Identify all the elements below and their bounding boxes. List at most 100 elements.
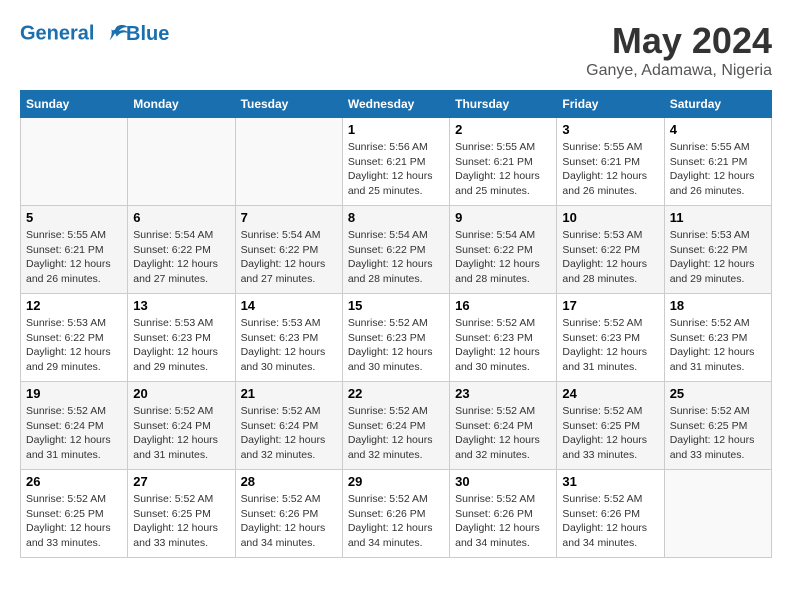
location-subtitle: Ganye, Adamawa, Nigeria	[586, 62, 772, 80]
page-header: General Blue May 2024 Ganye, Adamawa, Ni…	[20, 20, 772, 80]
day-info: Sunrise: 5:54 AMSunset: 6:22 PMDaylight:…	[455, 228, 551, 287]
day-number: 2	[455, 122, 551, 137]
day-number: 22	[348, 386, 444, 401]
day-info: Sunrise: 5:53 AMSunset: 6:22 PMDaylight:…	[670, 228, 766, 287]
day-info: Sunrise: 5:52 AMSunset: 6:25 PMDaylight:…	[26, 492, 122, 551]
calendar-cell: 29 Sunrise: 5:52 AMSunset: 6:26 PMDayligh…	[342, 470, 449, 558]
day-info: Sunrise: 5:52 AMSunset: 6:23 PMDaylight:…	[348, 316, 444, 375]
day-info: Sunrise: 5:55 AMSunset: 6:21 PMDaylight:…	[26, 228, 122, 287]
day-info: Sunrise: 5:52 AMSunset: 6:25 PMDaylight:…	[670, 404, 766, 463]
day-info: Sunrise: 5:52 AMSunset: 6:24 PMDaylight:…	[133, 404, 229, 463]
day-number: 26	[26, 474, 122, 489]
day-info: Sunrise: 5:53 AMSunset: 6:23 PMDaylight:…	[241, 316, 337, 375]
day-number: 5	[26, 210, 122, 225]
calendar-cell: 16 Sunrise: 5:52 AMSunset: 6:23 PMDayligh…	[450, 294, 557, 382]
calendar-cell: 14 Sunrise: 5:53 AMSunset: 6:23 PMDayligh…	[235, 294, 342, 382]
header-tuesday: Tuesday	[235, 91, 342, 118]
calendar-cell: 24 Sunrise: 5:52 AMSunset: 6:25 PMDayligh…	[557, 382, 664, 470]
day-info: Sunrise: 5:52 AMSunset: 6:25 PMDaylight:…	[562, 404, 658, 463]
week-row-4: 19Sunrise: 5:52 AMSunset: 6:24 PMDayligh…	[21, 382, 772, 470]
title-block: May 2024 Ganye, Adamawa, Nigeria	[586, 20, 772, 80]
day-number: 14	[241, 298, 337, 313]
week-row-2: 5 Sunrise: 5:55 AMSunset: 6:21 PMDaylight…	[21, 206, 772, 294]
calendar-cell: 2 Sunrise: 5:55 AMSunset: 6:21 PMDaylight…	[450, 118, 557, 206]
day-number: 8	[348, 210, 444, 225]
calendar-cell: 5 Sunrise: 5:55 AMSunset: 6:21 PMDaylight…	[21, 206, 128, 294]
day-info: Sunrise: 5:52 AMSunset: 6:26 PMDaylight:…	[348, 492, 444, 551]
calendar-table: SundayMondayTuesdayWednesdayThursdayFrid…	[20, 90, 772, 558]
header-thursday: Thursday	[450, 91, 557, 118]
calendar-cell: 8 Sunrise: 5:54 AMSunset: 6:22 PMDaylight…	[342, 206, 449, 294]
calendar-cell: 21Sunrise: 5:52 AMSunset: 6:24 PMDayligh…	[235, 382, 342, 470]
day-info: Sunrise: 5:52 AMSunset: 6:25 PMDaylight:…	[133, 492, 229, 551]
week-row-1: 1 Sunrise: 5:56 AMSunset: 6:21 PMDaylight…	[21, 118, 772, 206]
day-number: 31	[562, 474, 658, 489]
day-number: 18	[670, 298, 766, 313]
day-number: 30	[455, 474, 551, 489]
day-number: 17	[562, 298, 658, 313]
calendar-cell: 9 Sunrise: 5:54 AMSunset: 6:22 PMDaylight…	[450, 206, 557, 294]
calendar-cell: 31 Sunrise: 5:52 AMSunset: 6:26 PMDayligh…	[557, 470, 664, 558]
day-info: Sunrise: 5:55 AMSunset: 6:21 PMDaylight:…	[455, 140, 551, 199]
day-number: 9	[455, 210, 551, 225]
day-number: 21	[241, 386, 337, 401]
day-info: Sunrise: 5:54 AMSunset: 6:22 PMDaylight:…	[241, 228, 337, 287]
week-row-5: 26 Sunrise: 5:52 AMSunset: 6:25 PMDayligh…	[21, 470, 772, 558]
calendar-cell	[664, 470, 771, 558]
month-title: May 2024	[586, 20, 772, 62]
header-sunday: Sunday	[21, 91, 128, 118]
day-info: Sunrise: 5:52 AMSunset: 6:23 PMDaylight:…	[562, 316, 658, 375]
day-number: 13	[133, 298, 229, 313]
calendar-cell: 28 Sunrise: 5:52 AMSunset: 6:26 PMDayligh…	[235, 470, 342, 558]
day-number: 29	[348, 474, 444, 489]
calendar-cell: 11Sunrise: 5:53 AMSunset: 6:22 PMDayligh…	[664, 206, 771, 294]
day-number: 25	[670, 386, 766, 401]
calendar-cell: 23Sunrise: 5:52 AMSunset: 6:24 PMDayligh…	[450, 382, 557, 470]
calendar-cell: 30 Sunrise: 5:52 AMSunset: 6:26 PMDayligh…	[450, 470, 557, 558]
day-number: 12	[26, 298, 122, 313]
day-info: Sunrise: 5:52 AMSunset: 6:24 PMDaylight:…	[26, 404, 122, 463]
day-info: Sunrise: 5:53 AMSunset: 6:23 PMDaylight:…	[133, 316, 229, 375]
header-friday: Friday	[557, 91, 664, 118]
day-number: 28	[241, 474, 337, 489]
day-info: Sunrise: 5:53 AMSunset: 6:22 PMDaylight:…	[562, 228, 658, 287]
day-number: 4	[670, 122, 766, 137]
day-info: Sunrise: 5:55 AMSunset: 6:21 PMDaylight:…	[670, 140, 766, 199]
calendar-cell: 19Sunrise: 5:52 AMSunset: 6:24 PMDayligh…	[21, 382, 128, 470]
day-number: 10	[562, 210, 658, 225]
day-info: Sunrise: 5:52 AMSunset: 6:23 PMDaylight:…	[670, 316, 766, 375]
calendar-cell: 6Sunrise: 5:54 AMSunset: 6:22 PMDaylight…	[128, 206, 235, 294]
day-number: 15	[348, 298, 444, 313]
calendar-cell: 27 Sunrise: 5:52 AMSunset: 6:25 PMDayligh…	[128, 470, 235, 558]
header-wednesday: Wednesday	[342, 91, 449, 118]
day-info: Sunrise: 5:56 AMSunset: 6:21 PMDaylight:…	[348, 140, 444, 199]
logo-line1: General	[20, 22, 94, 44]
calendar-cell: 18 Sunrise: 5:52 AMSunset: 6:23 PMDayligh…	[664, 294, 771, 382]
calendar-cell	[128, 118, 235, 206]
day-number: 7	[241, 210, 337, 225]
calendar-cell	[235, 118, 342, 206]
day-info: Sunrise: 5:52 AMSunset: 6:26 PMDaylight:…	[455, 492, 551, 551]
calendar-cell: 15 Sunrise: 5:52 AMSunset: 6:23 PMDayligh…	[342, 294, 449, 382]
week-row-3: 12 Sunrise: 5:53 AMSunset: 6:22 PMDayligh…	[21, 294, 772, 382]
logo-line2: Blue	[126, 23, 169, 45]
day-info: Sunrise: 5:52 AMSunset: 6:24 PMDaylight:…	[455, 404, 551, 463]
day-info: Sunrise: 5:52 AMSunset: 6:23 PMDaylight:…	[455, 316, 551, 375]
calendar-cell: 7 Sunrise: 5:54 AMSunset: 6:22 PMDaylight…	[235, 206, 342, 294]
calendar-cell: 12 Sunrise: 5:53 AMSunset: 6:22 PMDayligh…	[21, 294, 128, 382]
day-number: 27	[133, 474, 229, 489]
day-info: Sunrise: 5:52 AMSunset: 6:26 PMDaylight:…	[241, 492, 337, 551]
calendar-cell: 10 Sunrise: 5:53 AMSunset: 6:22 PMDayligh…	[557, 206, 664, 294]
day-info: Sunrise: 5:53 AMSunset: 6:22 PMDaylight:…	[26, 316, 122, 375]
calendar-cell: 4 Sunrise: 5:55 AMSunset: 6:21 PMDaylight…	[664, 118, 771, 206]
day-info: Sunrise: 5:52 AMSunset: 6:26 PMDaylight:…	[562, 492, 658, 551]
day-number: 6	[133, 210, 229, 225]
day-number: 16	[455, 298, 551, 313]
day-number: 1	[348, 122, 444, 137]
calendar-cell: 26 Sunrise: 5:52 AMSunset: 6:25 PMDayligh…	[21, 470, 128, 558]
day-info: Sunrise: 5:54 AMSunset: 6:22 PMDaylight:…	[348, 228, 444, 287]
day-number: 3	[562, 122, 658, 137]
header-saturday: Saturday	[664, 91, 771, 118]
day-number: 24	[562, 386, 658, 401]
logo: General Blue	[20, 20, 169, 48]
